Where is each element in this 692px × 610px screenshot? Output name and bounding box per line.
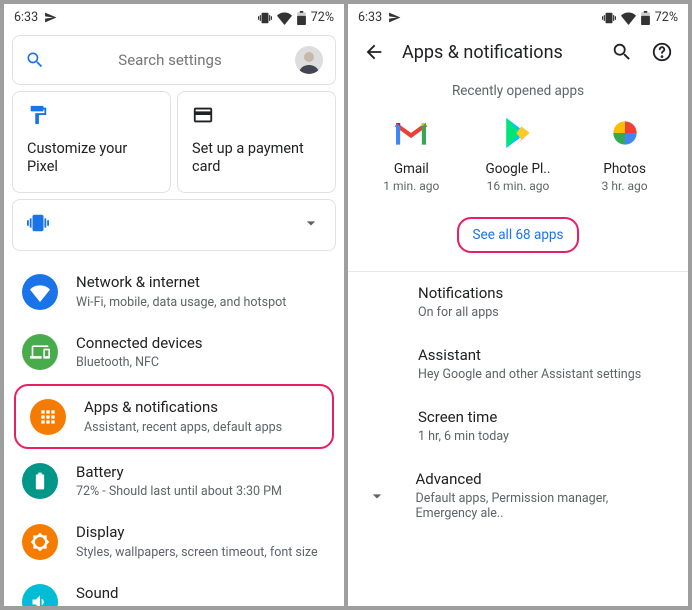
row-subtitle: Assistant, recent apps, default apps (84, 420, 282, 435)
battery-icon (22, 463, 58, 499)
row-advanced[interactable]: Advanced Default apps, Permission manage… (348, 458, 688, 533)
back-icon[interactable] (362, 41, 386, 63)
tile-label: Customize your Pixel (27, 140, 156, 176)
row-subtitle: Wi-Fi, mobile, data usage, and hotspot (76, 295, 286, 310)
row-apps-notifications[interactable]: Apps & notifications Assistant, recent ap… (14, 384, 334, 449)
google-photos-icon (605, 113, 645, 153)
row-title: Notifications (418, 284, 670, 302)
row-screen-time[interactable]: Screen time 1 hr, 6 min today (348, 396, 688, 458)
battery-icon (641, 11, 650, 25)
chevron-down-icon (366, 486, 388, 506)
app-name: Google Pl.. (486, 161, 551, 177)
row-subtitle: On for all apps (418, 305, 670, 320)
send-icon (388, 11, 401, 24)
help-icon[interactable] (650, 41, 674, 63)
app-name: Photos (603, 161, 646, 177)
row-notifications[interactable]: Notifications On for all apps (348, 272, 688, 334)
row-title: Screen time (418, 408, 670, 426)
search-icon[interactable] (610, 41, 634, 63)
wifi-icon (621, 10, 636, 25)
avatar[interactable] (295, 46, 323, 74)
row-subtitle: Bluetooth, NFC (76, 355, 203, 370)
app-name: Gmail (394, 161, 429, 177)
status-time: 6:33 (358, 10, 382, 25)
app-time: 1 min. ago (383, 179, 439, 193)
recent-apps-row: Gmail 1 min. ago Google Pl.. 16 min. ago… (348, 113, 688, 201)
volume-icon (22, 584, 58, 606)
brush-roller-icon (27, 104, 156, 130)
recent-app-play[interactable]: Google Pl.. 16 min. ago (468, 113, 568, 193)
tile-customize-pixel[interactable]: Customize your Pixel (12, 91, 171, 193)
row-sound[interactable]: SoundVolume, vibration, Do Not Disturb (4, 572, 344, 606)
row-subtitle: Volume, vibration, Do Not Disturb (76, 605, 259, 606)
brightness-icon (22, 524, 58, 560)
google-play-icon (498, 113, 538, 153)
recent-app-gmail[interactable]: Gmail 1 min. ago (361, 113, 461, 193)
row-subtitle: 72% - Should last until about 3:30 PM (76, 484, 282, 499)
app-time: 3 hr. ago (602, 179, 648, 193)
status-bar: 6:33 72% (348, 4, 688, 29)
row-subtitle: Hey Google and other Assistant settings (418, 367, 670, 382)
row-battery[interactable]: Battery72% - Should last until about 3:3… (4, 451, 344, 512)
row-subtitle: Default apps, Permission manager, Emerge… (416, 491, 670, 521)
row-title: Connected devices (76, 334, 203, 354)
row-title: Advanced (416, 470, 670, 488)
status-time: 6:33 (14, 10, 38, 25)
credit-card-icon (192, 104, 321, 130)
app-time: 16 min. ago (487, 179, 550, 193)
search-input[interactable] (45, 51, 295, 69)
search-icon (25, 50, 45, 70)
row-title: Apps & notifications (84, 398, 282, 418)
vibration-card[interactable] (12, 199, 336, 251)
send-icon (44, 11, 57, 24)
row-title: Sound (76, 584, 259, 604)
devices-icon (22, 334, 58, 370)
row-title: Display (76, 523, 318, 543)
section-label: Recently opened apps (348, 73, 688, 113)
row-connected-devices[interactable]: Connected devicesBluetooth, NFC (4, 322, 344, 383)
settings-list: Network & internet Wi-Fi, mobile, data us… (4, 261, 344, 606)
tile-label: Set up a payment card (192, 140, 321, 176)
see-all-apps-link[interactable]: See all 68 apps (457, 217, 580, 253)
battery-icon (297, 11, 306, 25)
battery-percent: 72% (311, 10, 334, 25)
row-network[interactable]: Network & internet Wi-Fi, mobile, data us… (4, 261, 344, 322)
row-title: Assistant (418, 346, 670, 364)
row-subtitle: 1 hr, 6 min today (418, 429, 670, 444)
row-title: Network & internet (76, 273, 286, 293)
gmail-icon (391, 113, 431, 153)
search-card[interactable] (12, 35, 336, 85)
wifi-icon (22, 274, 58, 310)
battery-percent: 72% (655, 10, 678, 25)
suggestion-tiles: Customize your Pixel Set up a payment ca… (12, 91, 336, 193)
status-bar: 6:33 72% (4, 4, 344, 29)
vibrate-icon (602, 11, 616, 25)
app-bar: Apps & notifications (348, 29, 688, 73)
recent-app-photos[interactable]: Photos 3 hr. ago (575, 113, 675, 193)
wifi-icon (277, 10, 292, 25)
apps-icon (30, 399, 66, 435)
row-subtitle: Styles, wallpapers, screen timeout, font… (76, 545, 318, 560)
row-title: Battery (76, 463, 282, 483)
vibrate-icon (258, 11, 272, 25)
chevron-down-icon (301, 213, 321, 237)
row-display[interactable]: Display Styles, wallpapers, screen timeou… (4, 511, 344, 572)
page-title: Apps & notifications (402, 42, 594, 63)
phone-vibrate-icon (27, 212, 49, 238)
tile-payment-card[interactable]: Set up a payment card (177, 91, 336, 193)
row-assistant[interactable]: Assistant Hey Google and other Assistant… (348, 334, 688, 396)
settings-home-screen: 6:33 72% Customize your Pixel Set up a p… (4, 4, 344, 606)
apps-notifications-screen: 6:33 72% Apps & notifications Recently o… (348, 4, 688, 606)
